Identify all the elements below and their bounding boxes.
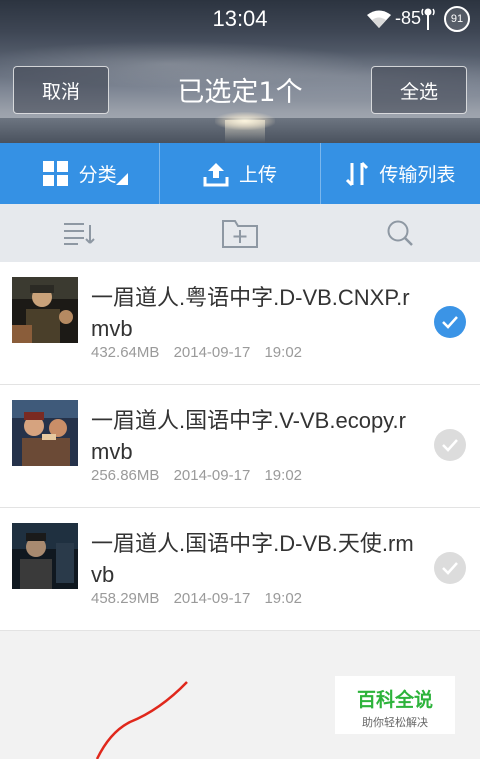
file-name: 一眉道人.国语中字.D-VB.天使.rmvb — [91, 531, 414, 587]
select-all-button[interactable]: 全选 — [371, 66, 467, 114]
file-size: 432.64MB — [91, 344, 160, 361]
file-date: 2014-09-17 — [173, 467, 251, 484]
dropdown-triangle-icon — [116, 173, 128, 185]
selection-checkbox[interactable] — [434, 552, 466, 584]
file-list: 一眉道人.粤语中字.D-VB.CNXP.rmvb 432.64MB 2014-0… — [0, 262, 480, 631]
search-icon — [387, 220, 413, 246]
tab-category[interactable]: 分类 — [0, 143, 159, 204]
video-thumbnail — [12, 400, 78, 466]
tab-transfer-list-label: 传输列表 — [379, 164, 456, 186]
upload-icon — [203, 162, 229, 186]
video-thumbnail — [12, 523, 78, 589]
file-size: 256.86MB — [91, 467, 160, 484]
file-name: 一眉道人.粤语中字.D-VB.CNXP.rmvb — [91, 285, 410, 341]
transfer-icon — [346, 161, 369, 186]
grid-icon — [42, 160, 68, 186]
file-meta: 256.86MB 2014-09-17 19:02 — [91, 467, 302, 484]
list-item[interactable]: 一眉道人.国语中字.D-VB.天使.rmvb 458.29MB 2014-09-… — [0, 508, 480, 631]
checkmark-icon — [442, 316, 458, 329]
checkmark-icon — [442, 562, 458, 575]
file-time: 19:02 — [264, 467, 303, 484]
file-date: 2014-09-17 — [173, 344, 251, 361]
search-button[interactable] — [320, 204, 480, 262]
battery-indicator: 91 — [444, 6, 470, 32]
tab-upload[interactable]: 上传 — [159, 143, 319, 204]
page-title: 已选定1个 — [177, 77, 303, 108]
sort-button[interactable] — [0, 204, 160, 262]
selection-checkbox[interactable] — [434, 306, 466, 338]
action-tab-bar: 分类 上传 传输列表 — [0, 143, 480, 204]
file-time: 19:02 — [264, 344, 303, 361]
wifi-icon — [367, 10, 391, 28]
file-date: 2014-09-17 — [173, 590, 251, 607]
file-meta: 458.29MB 2014-09-17 19:02 — [91, 590, 302, 607]
file-time: 19:02 — [264, 590, 303, 607]
cancel-button[interactable]: 取消 — [13, 66, 109, 114]
sort-list-icon — [64, 223, 95, 245]
list-item[interactable]: 一眉道人.粤语中字.D-VB.CNXP.rmvb 432.64MB 2014-0… — [0, 262, 480, 385]
selection-checkbox[interactable] — [434, 429, 466, 461]
tab-transfer-list[interactable]: 传输列表 — [319, 143, 480, 204]
selection-header: 取消 已选定1个 全选 — [0, 58, 480, 122]
signal-strength: -85 — [395, 8, 422, 28]
video-thumbnail — [12, 277, 78, 343]
status-bar: 13:04 -85 91 — [0, 0, 480, 38]
antenna-icon — [421, 8, 435, 30]
watermark-title: 百科全说 — [356, 689, 433, 711]
watermark-badge: 百科全说 助你轻松解决 — [335, 676, 455, 734]
new-folder-icon — [222, 220, 258, 248]
new-folder-button[interactable] — [160, 204, 320, 262]
tab-upload-label: 上传 — [238, 164, 277, 186]
watermark-subtitle: 助你轻松解决 — [362, 716, 428, 729]
tab-category-label: 分类 — [78, 164, 117, 186]
list-item[interactable]: 一眉道人.国语中字.V-VB.ecopy.rmvb 256.86MB 2014-… — [0, 385, 480, 508]
file-toolbar — [0, 204, 480, 262]
file-name: 一眉道人.国语中字.V-VB.ecopy.rmvb — [91, 408, 406, 464]
file-meta: 432.64MB 2014-09-17 19:02 — [91, 344, 302, 361]
file-size: 458.29MB — [91, 590, 160, 607]
checkmark-icon — [442, 439, 458, 452]
